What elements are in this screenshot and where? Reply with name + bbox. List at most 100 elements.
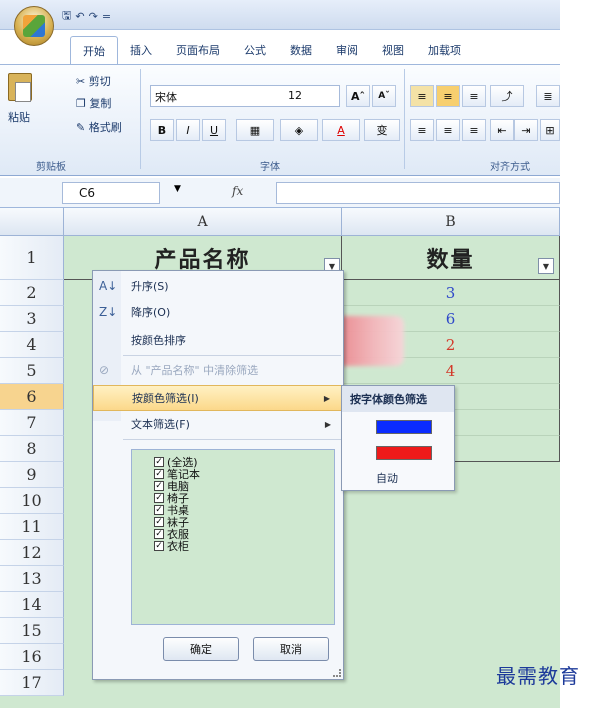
ribbon-tabs: 开始 插入 页面布局 公式 数据 审阅 视图 加载项 [70, 36, 473, 64]
row-header-11[interactable]: 11 [0, 514, 64, 540]
formula-input[interactable] [276, 182, 560, 204]
filter-item-label: 衣柜 [167, 540, 189, 553]
cell-b1[interactable]: 数量 [342, 236, 560, 280]
filter-checkbox-item[interactable]: ✓ 衣柜 [154, 538, 189, 554]
office-logo-icon [23, 15, 45, 37]
row-header-8[interactable]: 8 [0, 436, 64, 462]
tab-review[interactable]: 审阅 [324, 36, 370, 64]
merge-center-button[interactable]: ⊞ [540, 119, 560, 141]
align-top-button[interactable]: ≡ [410, 85, 434, 107]
increase-indent-button[interactable]: ⇥ [514, 119, 538, 141]
sort-by-color-label: 按颜色排序 [131, 334, 186, 347]
name-box-dropdown-icon[interactable]: ▼ [174, 184, 181, 194]
font-color-button[interactable]: A [322, 119, 360, 141]
underline-button[interactable]: U [202, 119, 226, 141]
filter-values-list[interactable]: ✓ (全选) ✓ 笔记本 ✓ 电脑 ✓ 椅子 ✓ 书桌 ✓ 袜子 ✓ 衣服 ✓ 衣柜 [131, 449, 335, 625]
sort-descending-label: 降序(O) [131, 306, 171, 319]
sort-ascending-label: 升序(S) [131, 280, 169, 293]
tab-formulas[interactable]: 公式 [232, 36, 278, 64]
row-header-9[interactable]: 9 [0, 462, 64, 488]
copy-label: 复制 [89, 97, 112, 110]
checkbox-icon: ✓ [154, 541, 164, 551]
row-header-14[interactable]: 14 [0, 592, 64, 618]
cell-a1-text: 产品名称 [154, 246, 251, 273]
quick-access-toolbar: 🖫 ↶ ↷ = [62, 7, 111, 26]
row-header-6[interactable]: 6 [0, 384, 64, 410]
bold-button[interactable]: B [150, 119, 174, 141]
phonetic-button[interactable]: 变 [364, 119, 400, 141]
row-header-17[interactable]: 17 [0, 670, 64, 696]
row-header-4[interactable]: 4 [0, 332, 64, 358]
tab-insert[interactable]: 插入 [118, 36, 164, 64]
tab-addins[interactable]: 加载项 [416, 36, 473, 64]
sort-descending-item[interactable]: Z↓ 降序(O) [93, 299, 343, 325]
tab-data[interactable]: 数据 [278, 36, 324, 64]
sort-ascending-icon: A↓ [99, 279, 118, 293]
filter-by-color-item[interactable]: 按颜色筛选(I) ▶ [93, 385, 343, 411]
insert-function-button[interactable]: fx [232, 184, 243, 198]
cancel-button[interactable]: 取消 [253, 637, 329, 661]
row-header-3[interactable]: 3 [0, 306, 64, 332]
clipboard-group-label: 剪贴板 [36, 162, 66, 173]
copy-button[interactable]: ❐ 复制 [76, 95, 111, 111]
row-header-16[interactable]: 16 [0, 644, 64, 670]
sort-ascending-item[interactable]: A↓ 升序(S) [93, 273, 343, 299]
tab-page-layout[interactable]: 页面布局 [164, 36, 232, 64]
save-icon[interactable]: 🖫 [62, 7, 71, 26]
grow-font-button[interactable]: Aˆ [346, 85, 370, 107]
row-header-2[interactable]: 2 [0, 280, 64, 306]
font-group-label: 字体 [260, 162, 280, 173]
row-header-12[interactable]: 12 [0, 540, 64, 566]
align-bottom-button[interactable]: ≡ [462, 85, 486, 107]
tab-view[interactable]: 视图 [370, 36, 416, 64]
decrease-indent-button[interactable]: ⇤ [490, 119, 514, 141]
ok-button[interactable]: 确定 [163, 637, 239, 661]
column-header-a[interactable]: A [64, 208, 342, 236]
row-header-5[interactable]: 5 [0, 358, 64, 384]
paste-button[interactable]: 粘贴 [8, 109, 30, 125]
wrap-text-button[interactable]: ≣ [536, 85, 560, 107]
orientation-button[interactable]: ⤴ [490, 85, 524, 107]
tab-home[interactable]: 开始 [70, 36, 118, 64]
row-header-15[interactable]: 15 [0, 618, 64, 644]
align-left-button[interactable]: ≡ [410, 119, 434, 141]
align-right-button[interactable]: ≡ [462, 119, 486, 141]
red-color-swatch[interactable] [376, 446, 432, 460]
submenu-arrow-icon: ▶ [323, 393, 330, 403]
name-box[interactable]: C6 [62, 182, 160, 204]
paste-icon[interactable] [8, 73, 32, 102]
resize-grip[interactable] [333, 669, 341, 677]
autofilter-menu: A↓ 升序(S) Z↓ 降序(O) 按颜色排序 ⊘ 从 "产品名称" 中清除筛选… [92, 270, 344, 680]
customize-qat-icon[interactable]: = [102, 10, 111, 23]
column-header-b[interactable]: B [342, 208, 560, 236]
row-header-7[interactable]: 7 [0, 410, 64, 436]
row-header-13[interactable]: 13 [0, 566, 64, 592]
sort-by-color-item[interactable]: 按颜色排序 [93, 327, 343, 353]
redo-icon[interactable]: ↷ [89, 10, 98, 23]
undo-icon[interactable]: ↶ [75, 10, 84, 23]
title-bar: 🖫 ↶ ↷ = [0, 0, 560, 30]
text-filter-label: 文本筛选(F) [131, 418, 190, 431]
select-all-button[interactable] [0, 208, 64, 236]
shrink-font-button[interactable]: Aˇ [372, 85, 396, 107]
format-painter-button[interactable]: ✎ 格式刷 [76, 119, 122, 135]
office-button[interactable] [14, 6, 54, 46]
align-center-button[interactable]: ≡ [436, 119, 460, 141]
row-header-1[interactable]: 1 [0, 236, 64, 280]
align-middle-button[interactable]: ≡ [436, 85, 460, 107]
cut-button[interactable]: ✂ 剪切 [76, 73, 111, 89]
border-button[interactable]: ▦ [236, 119, 274, 141]
text-filter-item[interactable]: 文本筛选(F) ▶ [93, 411, 343, 437]
menu-separator [123, 439, 341, 440]
auto-color-item[interactable]: 自动 [376, 470, 398, 486]
cell-b2[interactable]: 3 [342, 280, 560, 306]
row-header-10[interactable]: 10 [0, 488, 64, 514]
filter-dropdown-b-button[interactable]: ▼ [538, 258, 554, 274]
font-size-combo[interactable]: 12 [284, 85, 340, 107]
filter-by-color-label: 按颜色筛选(I) [132, 392, 199, 405]
blue-color-swatch[interactable] [376, 420, 432, 434]
formula-bar: C6 ▼ fx [0, 178, 560, 208]
fill-color-button[interactable]: ◈ [280, 119, 318, 141]
italic-button[interactable]: I [176, 119, 200, 141]
alignment-group-label: 对齐方式 [490, 162, 530, 173]
